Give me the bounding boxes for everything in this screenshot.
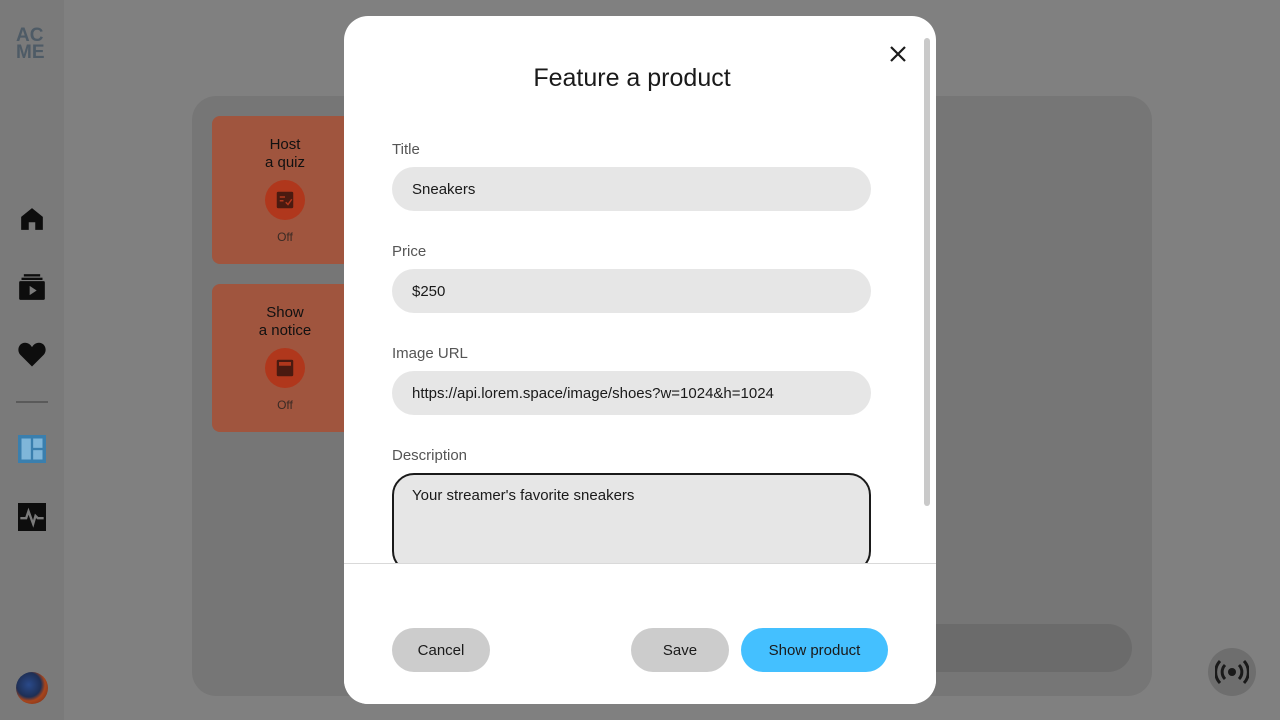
card-title: Show a notice — [258, 304, 312, 339]
price-input[interactable] — [392, 269, 871, 313]
close-icon — [890, 46, 906, 62]
quiz-card[interactable]: Host a quiz Off — [212, 116, 362, 264]
description-label: Description — [392, 447, 468, 464]
home-icon[interactable] — [17, 204, 47, 234]
cancel-button[interactable]: Cancel — [392, 628, 490, 672]
nav-divider — [16, 401, 48, 403]
title-input[interactable] — [392, 167, 871, 211]
heart-icon[interactable] — [17, 339, 47, 369]
price-label: Price — [392, 243, 427, 260]
broadcast-icon — [1215, 659, 1249, 685]
notice-card[interactable]: Show a notice Off — [212, 284, 362, 432]
show-product-button[interactable]: Show product — [741, 628, 888, 672]
save-button[interactable]: Save — [631, 628, 729, 672]
broadcast-button[interactable] — [1208, 648, 1256, 696]
sidebar: AC ME — [0, 0, 64, 720]
card-status: Off — [277, 230, 293, 244]
image-url-label: Image URL — [392, 345, 468, 362]
close-button[interactable] — [886, 42, 910, 66]
image-url-input[interactable] — [392, 371, 871, 415]
scrollbar[interactable] — [924, 38, 930, 506]
modal-footer: Cancel Save Show product — [344, 563, 936, 704]
feature-product-modal: Feature a product Title Price Image URL … — [344, 16, 936, 704]
playlist-icon[interactable] — [17, 272, 47, 302]
modal-title: Feature a product — [533, 64, 731, 92]
activity-icon[interactable] — [17, 502, 47, 532]
acme-logo[interactable]: AC ME — [16, 26, 50, 63]
title-label: Title — [392, 141, 420, 158]
card-status: Off — [277, 398, 293, 412]
avatar[interactable] — [16, 672, 48, 704]
description-textarea[interactable]: Your streamer's favorite sneakers — [392, 473, 871, 573]
quiz-icon — [265, 180, 305, 220]
logo-line-2: ME — [16, 42, 45, 63]
notice-icon — [265, 348, 305, 388]
dashboard-icon[interactable] — [17, 434, 47, 464]
card-title: Host a quiz — [264, 136, 306, 171]
